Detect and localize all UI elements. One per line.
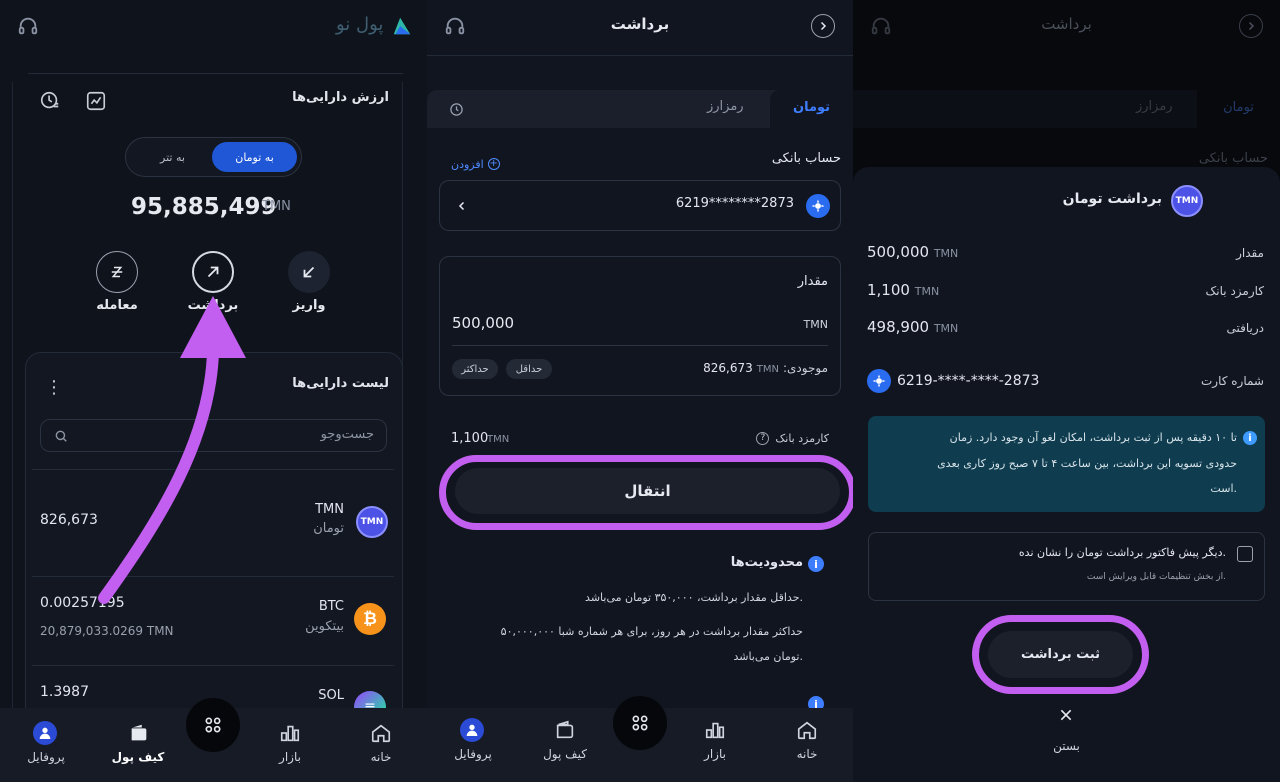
withdraw-panel: برداشت تومان رمزارز حساب بانکی افزودن + … xyxy=(427,0,853,782)
amount-unit: TMN xyxy=(803,318,828,331)
dimmed-back-icon xyxy=(1239,14,1263,38)
checkbox-label: دیگر پیش فاکتور برداشت تومان را نشان نده… xyxy=(1018,546,1226,559)
bank-account-label: حساب بانکی xyxy=(771,151,841,166)
tmn-coin-icon: TMN xyxy=(1171,185,1203,217)
dimmed-tab-crypto: رمزارز xyxy=(1136,99,1173,114)
submit-withdraw-button[interactable]: ثبت برداشت xyxy=(988,631,1133,678)
sheet-title: برداشت تومان xyxy=(1062,191,1162,207)
dont-show-again-option[interactable]: دیگر پیش فاکتور برداشت تومان را نشان نده… xyxy=(868,532,1265,601)
confirm-card-label: شماره کارت xyxy=(1200,374,1264,388)
dimmed-title: برداشت xyxy=(1041,15,1092,33)
help-icon[interactable]: ? xyxy=(756,432,770,445)
dimmed-bank-label: حساب بانکی xyxy=(1198,151,1268,166)
fee-unit: TMN xyxy=(487,434,510,445)
min-chip[interactable]: حداقل xyxy=(506,359,552,379)
amount-label: مقدار xyxy=(797,274,828,289)
market-icon[interactable] xyxy=(701,718,729,742)
plus-circle-icon: + xyxy=(487,158,500,170)
page-title: برداشت xyxy=(610,15,670,33)
bank-logo-icon xyxy=(806,194,830,218)
confirm-received-unit: TMN xyxy=(933,322,959,335)
confirm-amount-row: 500,000 TMN xyxy=(867,243,958,261)
confirm-amount-label: مقدار xyxy=(1236,246,1264,260)
history-icon[interactable] xyxy=(447,100,465,118)
add-label: افزودن xyxy=(451,157,484,171)
chevron-left-icon xyxy=(454,197,470,215)
confirm-panel: برداشت تومان رمزارز حساب بانکی برداشت تو… xyxy=(853,0,1280,782)
limit-max-text: حداکثر مقدار برداشت در هر روز، برای هر ش… xyxy=(500,625,803,638)
nav-market[interactable]: بازار xyxy=(695,747,735,761)
close-icon[interactable] xyxy=(1056,705,1076,725)
limit-max-text-continued: تومان می‌باشد. xyxy=(733,650,803,663)
confirm-fee-value: 1,100 xyxy=(867,281,910,299)
confirm-received-value: 498,900 xyxy=(867,318,930,336)
balance-unit: TMN xyxy=(756,364,779,375)
confirm-fee-unit: TMN xyxy=(914,285,940,298)
nav-wallet[interactable]: کیف پول xyxy=(535,747,595,761)
dimmed-tab-toman: تومان xyxy=(1223,100,1254,115)
annotation-arrow-icon xyxy=(98,296,246,604)
wallet-panel: پول نو ارزش دارایی‌ها به تومان به تتر 95… xyxy=(0,0,427,782)
confirm-fee-row: 1,100 TMN xyxy=(867,281,939,299)
tab-toman-label: تومان xyxy=(792,100,831,115)
nav-profile[interactable]: پروفایل xyxy=(447,747,499,761)
confirm-amount-unit: TMN xyxy=(933,247,959,260)
max-chip[interactable]: حداکثر xyxy=(452,359,498,379)
confirm-received-label: دریافتی xyxy=(1226,321,1265,335)
fee-label: کارمزد بانک xyxy=(775,432,829,445)
amount-input[interactable]: 500,000 xyxy=(452,314,514,332)
tab-toman[interactable]: تومان xyxy=(770,90,853,128)
back-button[interactable] xyxy=(811,14,835,38)
limit-min-text: حداقل مقدار برداشت، ۳۵۰,۰۰۰ تومان می‌باش… xyxy=(585,591,803,604)
bank-card-select[interactable]: 6219********2873 xyxy=(439,180,841,231)
amount-box: مقدار 500,000 TMN موجودی: TMN 826,673 حد… xyxy=(439,256,841,396)
info-icon: i xyxy=(1243,431,1257,445)
home-icon[interactable] xyxy=(793,718,821,742)
fee-value: 1,100 xyxy=(451,431,489,446)
close-button[interactable]: بستن xyxy=(853,739,1280,754)
confirm-card-value: 6219-****-****-2873 xyxy=(897,373,1040,389)
add-account-link[interactable]: افزودن + xyxy=(451,155,500,173)
info-text-line2: حدودی تسویه این برداشت، بین ساعت ۴ تا ۷ … xyxy=(937,457,1237,470)
apps-menu-button[interactable] xyxy=(613,696,667,750)
fee-label-group: کارمزد بانک ? xyxy=(756,432,829,445)
balance-label: موجودی: xyxy=(782,361,828,375)
info-text-line1: تا ۱۰ دقیقه پس از ثبت برداشت، امکان لغو … xyxy=(949,431,1237,444)
info-text-line3: است. xyxy=(1210,482,1237,495)
bank-card-number: 6219********2873 xyxy=(675,196,794,211)
info-notice: i تا ۱۰ دقیقه پس از ثبت برداشت، امکان لغ… xyxy=(868,416,1265,512)
dont-show-checkbox[interactable] xyxy=(1237,546,1253,562)
confirm-amount-value: 500,000 xyxy=(867,243,930,261)
transfer-button[interactable]: انتقال xyxy=(455,468,840,514)
wallet-icon[interactable] xyxy=(551,718,579,742)
balance-value: 826,673 xyxy=(703,361,753,375)
confirm-fee-label: کارمزد بانک xyxy=(1205,284,1264,298)
profile-avatar-icon[interactable] xyxy=(460,718,484,742)
confirm-received-row: 498,900 TMN xyxy=(867,318,958,336)
nav-home[interactable]: خانه xyxy=(787,747,827,761)
bank-logo-icon xyxy=(867,369,891,393)
balance-info: موجودی: TMN 826,673 xyxy=(703,361,828,375)
limits-title: محدودیت‌ها xyxy=(730,555,803,570)
tab-crypto[interactable]: رمزارز xyxy=(707,99,744,115)
info-icon: i xyxy=(808,556,824,572)
checkbox-hint: از بخش تنظیمات قابل ویرایش است. xyxy=(1086,572,1226,582)
dimmed-tab-active: تومان xyxy=(1197,90,1280,128)
